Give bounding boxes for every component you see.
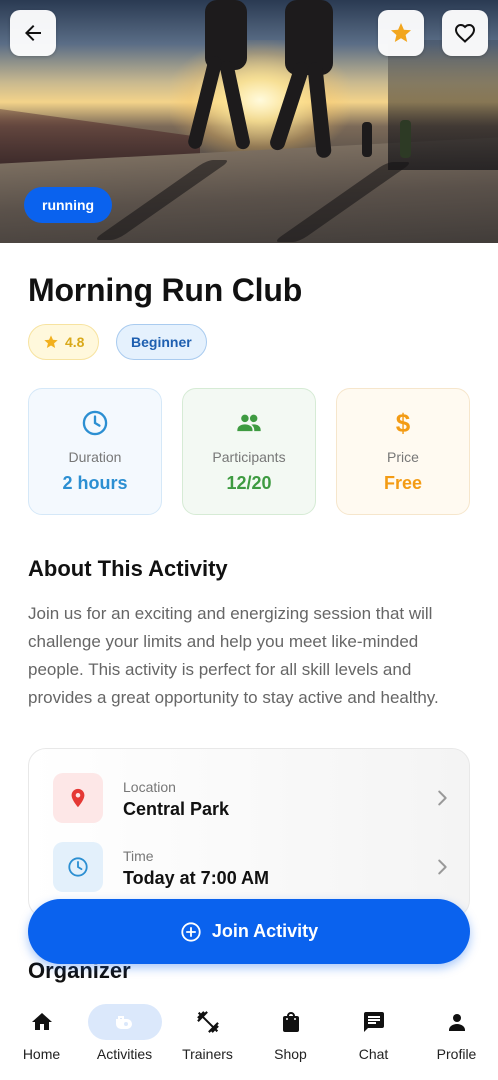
about-text: Join us for an exciting and energizing s…: [28, 604, 439, 707]
bottom-navigation: Home Activities Trainers Shop Chat Profi…: [0, 996, 498, 1080]
duration-value: 2 hours: [62, 473, 128, 493]
add-circle-icon: [181, 921, 201, 942]
time-row[interactable]: Time Today at 7:00 AM: [53, 842, 453, 894]
price-card: $ Price Free: [336, 388, 470, 515]
location-icon-box: [53, 773, 103, 823]
nav-chat[interactable]: Chat: [332, 1004, 415, 1074]
participants-card: Participants 12/20: [182, 388, 316, 515]
location-pin-icon: [71, 788, 85, 808]
nav-activities[interactable]: Activities: [83, 1004, 166, 1074]
people-icon: [237, 414, 261, 432]
favorite-button[interactable]: [442, 10, 488, 56]
rating-badge: 4.8: [28, 324, 100, 360]
time-caption: Time: [123, 848, 154, 864]
nav-activities-label: Activities: [96, 1046, 153, 1062]
dumbbell-icon: [196, 1011, 219, 1033]
location-caption: Location: [123, 779, 176, 795]
about-heading: About This Activity: [28, 556, 228, 581]
shopping-bag-icon: [282, 1012, 299, 1032]
duration-card: Duration 2 hours: [28, 388, 162, 515]
dollar-icon: $: [395, 408, 411, 438]
level-badge: Beginner: [116, 324, 207, 360]
location-row[interactable]: Location Central Park: [53, 773, 453, 825]
nav-profile-label: Profile: [436, 1046, 477, 1062]
duration-label: Duration: [68, 449, 122, 465]
nav-shop-label: Shop: [274, 1046, 307, 1062]
join-activity-button[interactable]: Join Activity: [28, 899, 470, 964]
participants-label: Participants: [212, 449, 286, 465]
person-icon: [448, 1014, 465, 1031]
rating-value: 4.8: [65, 334, 85, 350]
chat-icon: [363, 1012, 384, 1032]
chevron-right-icon: [438, 790, 447, 806]
price-label: Price: [387, 449, 419, 465]
details-card: Location Central Park Time Today at 7:00…: [28, 748, 470, 918]
arrow-left-icon: [25, 25, 41, 41]
star-icon: [44, 335, 58, 348]
activities-icon: [115, 1016, 132, 1029]
hero-runner-far: [362, 122, 372, 157]
activity-title: Morning Run Club: [28, 272, 303, 308]
time-icon-box: [53, 842, 103, 892]
price-value: Free: [383, 473, 423, 493]
nav-profile[interactable]: Profile: [415, 1004, 498, 1074]
nav-trainers[interactable]: Trainers: [166, 1004, 249, 1074]
nav-home-label: Home: [22, 1046, 61, 1062]
home-icon: [31, 1013, 52, 1030]
nav-shop[interactable]: Shop: [249, 1004, 332, 1074]
clock-icon: [68, 857, 88, 877]
back-button[interactable]: [10, 10, 56, 56]
nav-chat-label: Chat: [358, 1046, 389, 1062]
participants-value: 12/20: [226, 473, 272, 493]
star-icon: [391, 23, 411, 42]
rate-button[interactable]: [378, 10, 424, 56]
clock-icon: [82, 410, 108, 436]
nav-home[interactable]: Home: [0, 1004, 83, 1074]
location-value: Central Park: [123, 799, 230, 819]
join-activity-label: Join Activity: [211, 921, 319, 941]
time-value: Today at 7:00 AM: [123, 868, 270, 888]
hero-image: running: [0, 0, 498, 243]
chevron-right-icon: [438, 859, 447, 875]
hero-runner-far: [400, 120, 411, 158]
heart-icon: [454, 23, 476, 43]
category-tag[interactable]: running: [24, 187, 113, 223]
nav-trainers-label: Trainers: [182, 1046, 233, 1062]
